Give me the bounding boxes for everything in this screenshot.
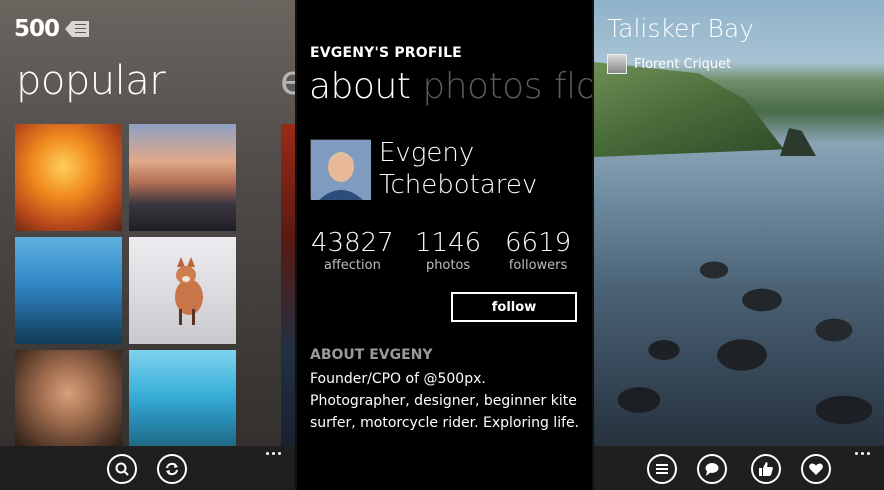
list-button[interactable] <box>647 454 677 484</box>
more-dots-icon[interactable] <box>855 452 870 455</box>
profile-name: Evgeny Tchebotarev <box>379 137 537 201</box>
profile-screen: EVGENY'S PROFILE about photos flow Evgeny … <box>297 0 592 490</box>
profile-last-name: Tchebotarev <box>379 170 538 200</box>
like-button[interactable] <box>751 454 781 484</box>
photo-tile[interactable] <box>15 350 122 446</box>
heart-icon <box>809 463 823 475</box>
photo-tile-peek[interactable] <box>281 124 295 446</box>
avatar <box>310 139 371 200</box>
refresh-icon <box>166 462 178 476</box>
stat-value: 1146 <box>415 228 482 258</box>
stat-label: photos <box>425 258 471 273</box>
tab-photos[interactable]: photos <box>422 66 542 107</box>
list-icon <box>656 464 668 474</box>
favorite-button[interactable] <box>801 454 831 484</box>
stat-value: 6619 <box>505 228 572 258</box>
about-heading: ABOUT EVGENY <box>310 347 433 363</box>
author-name: Florent Criquet <box>634 56 732 72</box>
app-bar <box>0 446 295 490</box>
app-bar <box>594 446 884 490</box>
profile-first-name: Evgeny <box>379 138 475 168</box>
avatar-portrait <box>311 140 371 200</box>
photo-tile[interactable] <box>129 237 236 344</box>
photo-title: Talisker Bay <box>607 14 755 43</box>
logo-text: 500 <box>14 16 60 42</box>
stat-photos: 1146 photos <box>415 228 481 273</box>
photo-cliff <box>594 62 784 157</box>
photo-tile[interactable] <box>129 350 236 446</box>
stat-affection: 43827 affection <box>311 228 394 273</box>
more-dots-icon[interactable] <box>266 452 281 455</box>
photo-author[interactable]: Florent Criquet <box>607 54 731 74</box>
photo-detail-screen: Talisker Bay Florent Criquet <box>594 0 884 490</box>
popular-screen: 500 popular e <box>0 0 295 490</box>
app-logo: 500 <box>14 14 90 44</box>
photo-tile[interactable] <box>15 124 122 231</box>
stat-followers: 6619 followers <box>505 228 571 273</box>
logo-mark-icon <box>65 19 90 39</box>
stat-value: 43827 <box>311 228 394 258</box>
stat-label: affection <box>323 258 381 273</box>
pivot-title-popular[interactable]: popular <box>16 58 166 104</box>
pivot-tabs: about photos flow <box>309 66 592 107</box>
tab-flow[interactable]: flow <box>554 66 592 107</box>
photo-tile[interactable] <box>15 237 122 344</box>
profile-header: EVGENY'S PROFILE <box>310 45 462 61</box>
pivot-next-peek[interactable]: e <box>280 58 295 104</box>
search-button[interactable] <box>107 454 137 484</box>
fox-image <box>175 257 203 325</box>
comment-button[interactable] <box>697 454 727 484</box>
stat-label: followers <box>508 258 568 273</box>
thumbs-up-icon <box>759 462 773 476</box>
photo-tile[interactable] <box>129 124 236 231</box>
search-icon <box>115 462 129 476</box>
tab-about[interactable]: about <box>309 66 411 107</box>
author-avatar-icon <box>607 54 627 74</box>
comment-icon <box>705 463 719 476</box>
refresh-button[interactable] <box>157 454 187 484</box>
photo-sea-stack <box>780 128 816 156</box>
profile-bio: Founder/CPO of @500px. Photographer, des… <box>310 371 580 431</box>
follow-button[interactable]: follow <box>451 292 577 322</box>
